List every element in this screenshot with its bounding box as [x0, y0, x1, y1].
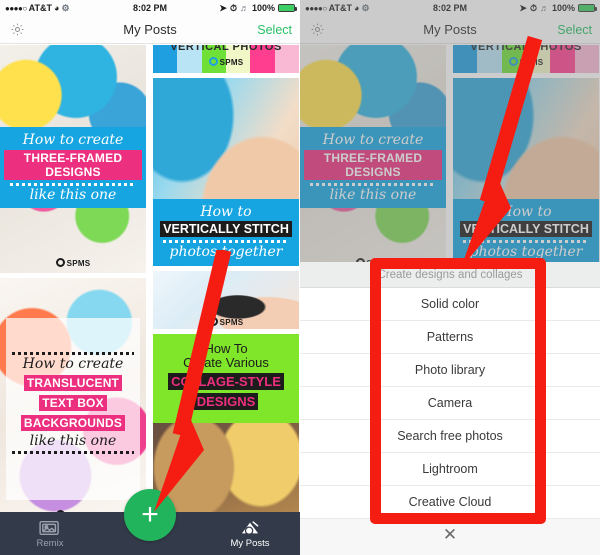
- left-phone-screen: ●●●●○ AT&T ◕ ⚙ 8:02 PM ➤ ⏱ ♬ 100% My Pos…: [0, 0, 300, 555]
- status-bar-right: ➤ ⏱ ♬ 100%: [219, 2, 297, 14]
- card-caption-band: How to VERTICALLY STITCH photos together: [153, 198, 299, 266]
- card-line-2: VERTICALLY STITCH: [160, 221, 292, 238]
- select-button[interactable]: Select: [257, 23, 292, 37]
- post-card-vertical-photos[interactable]: VERTICAL PHOTOS SPMS: [153, 45, 299, 73]
- decorative-dashes: [12, 352, 134, 356]
- plus-icon: +: [141, 498, 159, 531]
- create-post-button[interactable]: +: [124, 489, 176, 541]
- nav-bar: My Posts Select: [0, 16, 300, 44]
- decorative-dashes: [163, 240, 289, 244]
- post-card-translucent[interactable]: How to create TRANSLUCENT TEXT BOX BACKG…: [0, 278, 146, 525]
- action-sheet-header: Create designs and collages: [300, 262, 600, 288]
- card-line-3: COLLAGE-STYLE: [168, 372, 284, 390]
- card-line-2: TRANSLUCENT: [23, 375, 123, 392]
- action-sheet[interactable]: Create designs and collages Solid color …: [300, 262, 600, 555]
- action-sheet-item-lightroom[interactable]: Lightroom: [300, 453, 600, 486]
- alarm-clock-icon: ⏱: [229, 2, 237, 13]
- right-phone-screen: ●●●●○ AT&T ◕ ⚙ 8:02 PM ➤ ⏱ ♬ 100% My Pos…: [300, 0, 600, 555]
- close-sheet-button[interactable]: ✕: [300, 519, 600, 549]
- decorative-dashes: [10, 182, 136, 186]
- translucent-text-box: How to create TRANSLUCENT TEXT BOX BACKG…: [6, 317, 140, 501]
- bottom-tab-bar[interactable]: Remix My Posts +: [0, 489, 300, 555]
- post-card-three-framed[interactable]: How to create THREE-FRAMED DESIGNS like …: [0, 45, 146, 273]
- tab-my-posts-label: My Posts: [230, 537, 270, 549]
- location-arrow-icon: ➤: [219, 2, 227, 13]
- tab-remix[interactable]: Remix: [0, 519, 100, 549]
- card-caption-band: How to create THREE-FRAMED DESIGNS like …: [0, 127, 146, 209]
- close-x-icon: ✕: [442, 524, 458, 544]
- battery-percent-label: 100%: [251, 3, 275, 13]
- posts-grid[interactable]: How to create THREE-FRAMED DESIGNS like …: [0, 45, 300, 555]
- card-line-2: THREE-FRAMED DESIGNS: [4, 149, 142, 180]
- status-bar: ●●●●○ AT&T ◕ ⚙ 8:02 PM ➤ ⏱ ♬ 100%: [0, 0, 300, 16]
- battery-full-icon: [278, 4, 297, 12]
- action-sheet-item-search-free-photos[interactable]: Search free photos: [300, 420, 600, 453]
- posts-column-right: VERTICAL PHOTOS SPMS How to VERTICALLY S…: [153, 45, 299, 554]
- tab-my-posts[interactable]: My Posts: [200, 519, 300, 549]
- decorative-dashes: [12, 450, 134, 454]
- posts-column-left: How to create THREE-FRAMED DESIGNS like …: [0, 45, 146, 555]
- watermark: SPMS: [153, 57, 299, 67]
- card-line-1: How to create: [22, 356, 124, 373]
- post-card-vertical-stitch[interactable]: How to VERTICALLY STITCH photos together: [153, 78, 299, 266]
- card-caption-band: How To Create Various COLLAGE-STYLE DESI…: [153, 334, 299, 423]
- card-caption-band: How to create TRANSLUCENT TEXT BOX BACKG…: [6, 350, 140, 455]
- post-card-hand-phone[interactable]: SPMS: [153, 271, 299, 329]
- card-line-3: TEXT BOX: [39, 395, 107, 412]
- bluetooth-icon: ♬: [239, 3, 249, 13]
- screenshot-stage: ●●●●○ AT&T ◕ ⚙ 8:02 PM ➤ ⏱ ♬ 100% My Pos…: [0, 0, 600, 555]
- action-sheet-item-photo-library[interactable]: Photo library: [300, 354, 600, 387]
- card-line-3: photos together: [169, 244, 283, 261]
- watermark: SPMS: [0, 258, 146, 268]
- card-line-3: like this one: [29, 186, 117, 203]
- watermark: SPMS: [153, 317, 299, 327]
- card-line-1: How to create: [22, 132, 124, 148]
- action-sheet-item-solid-color[interactable]: Solid color: [300, 288, 600, 321]
- card-line-5: like this one: [29, 433, 117, 450]
- my-posts-icon: [241, 520, 259, 535]
- action-sheet-item-patterns[interactable]: Patterns: [300, 321, 600, 354]
- card-line-1: How to: [200, 203, 252, 220]
- photo-remix-icon: [39, 520, 59, 535]
- card-line-4: DESIGNS: [193, 392, 259, 410]
- card-line-4: BACKGROUNDS: [20, 415, 126, 432]
- card-title: VERTICAL PHOTOS: [170, 45, 282, 53]
- tab-remix-label: Remix: [36, 537, 64, 549]
- action-sheet-item-camera[interactable]: Camera: [300, 387, 600, 420]
- action-sheet-item-creative-cloud[interactable]: Creative Cloud: [300, 486, 600, 519]
- card-line-1: How To: [204, 341, 248, 356]
- card-line-2: Create Various: [183, 355, 269, 371]
- page-title: My Posts: [123, 22, 177, 37]
